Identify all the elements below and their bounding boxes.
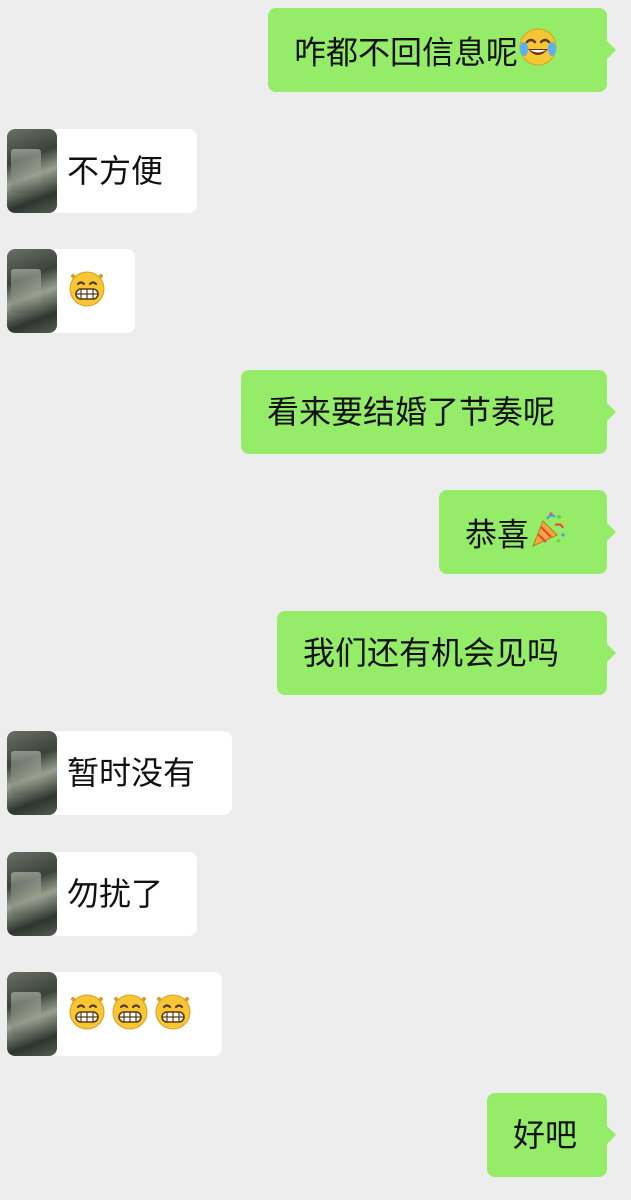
contact-avatar[interactable] <box>7 972 57 1056</box>
message-bubble-sent[interactable]: 好吧 <box>487 1093 616 1177</box>
message-text: 看来要结婚了节奏呢 <box>267 393 556 431</box>
message-text: 好吧 <box>513 1116 578 1154</box>
party-popper-emoji-icon <box>529 509 569 558</box>
message-bubble-sent[interactable]: 我们还有机会见吗 <box>277 611 616 695</box>
message-bubble-received[interactable]: 勿扰了 <box>7 852 197 936</box>
chat-conversation: 咋都不回信息呢 不方便 看来要结婚了节奏呢 恭喜 我们还有机会见吗 暂时没有 勿… <box>0 0 631 1200</box>
tears-of-joy-emoji-icon <box>518 27 558 76</box>
message-text: 恭喜 <box>465 515 530 554</box>
contact-avatar[interactable] <box>7 852 57 936</box>
grin-emoji-icon <box>67 991 107 1040</box>
grin-emoji-icon <box>67 268 107 317</box>
message-bubble-sent[interactable]: 恭喜 <box>439 490 616 574</box>
message-text: 勿扰了 <box>67 875 164 913</box>
grin-emoji-icon <box>110 991 150 1040</box>
message-bubble-received[interactable] <box>7 249 135 333</box>
message-bubble-sent[interactable]: 咋都不回信息呢 <box>268 8 616 92</box>
message-text: 我们还有机会见吗 <box>303 634 560 672</box>
message-bubble-received[interactable]: 不方便 <box>7 129 197 213</box>
message-bubble-received[interactable]: 暂时没有 <box>7 731 232 815</box>
message-text: 咋都不回信息呢 <box>294 33 519 72</box>
contact-avatar[interactable] <box>7 731 57 815</box>
contact-avatar[interactable] <box>7 249 57 333</box>
message-bubble-sent[interactable]: 看来要结婚了节奏呢 <box>241 370 616 454</box>
message-bubble-received[interactable] <box>7 972 222 1056</box>
contact-avatar[interactable] <box>7 129 57 213</box>
grin-emoji-icon <box>153 991 193 1040</box>
message-text: 暂时没有 <box>67 754 196 792</box>
message-text: 不方便 <box>67 152 164 190</box>
